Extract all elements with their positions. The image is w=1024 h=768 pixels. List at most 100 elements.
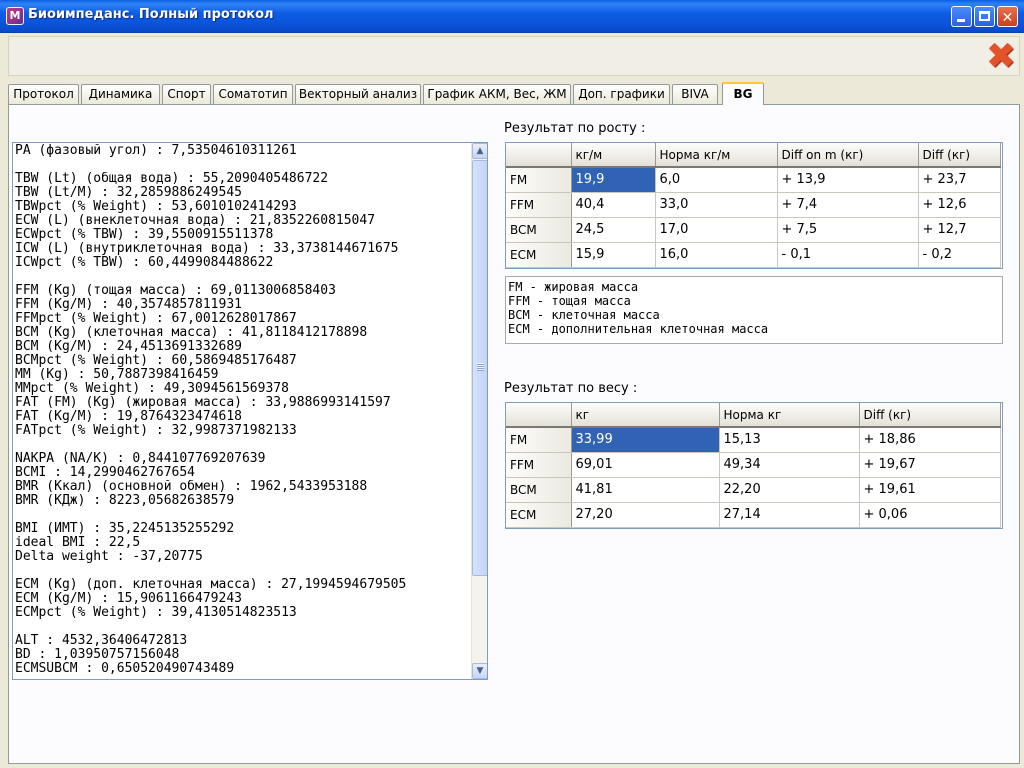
table-cell[interactable]: + 12,7 <box>918 217 1001 243</box>
table-cell[interactable]: 15,13 <box>719 427 860 453</box>
arrow-down-icon: ▼ <box>476 666 484 676</box>
table-header-row: кг/м Норма кг/м Diff on m (кг) Diff (кг) <box>506 143 1001 168</box>
close-window-button[interactable]: ✕ <box>997 6 1018 27</box>
row-header-cell[interactable]: ECM <box>506 502 572 528</box>
column-header[interactable]: Diff on m (кг) <box>777 143 919 168</box>
table-cell[interactable]: 16,0 <box>655 242 778 268</box>
protocol-line: ECMSUBCM : 0,650520490743489 <box>15 662 235 676</box>
table-row[interactable]: FM 19,9 6,0 + 13,9 + 23,7 <box>506 167 1001 193</box>
table-cell[interactable]: 15,9 <box>571 242 656 268</box>
protocol-line <box>15 564 471 578</box>
scroll-up-button[interactable]: ▲ <box>472 143 487 159</box>
vertical-scrollbar[interactable]: ▲ ▼ <box>471 143 487 679</box>
app-logo-icon[interactable]: М <box>6 7 24 25</box>
row-header-cell[interactable]: FM <box>506 427 572 453</box>
table-cell[interactable]: + 0,06 <box>859 502 1001 528</box>
column-header[interactable]: кг/м <box>571 143 656 168</box>
table-cell[interactable]: + 7,5 <box>777 217 919 243</box>
table-cell[interactable]: 33,99 <box>571 427 720 453</box>
table-cell[interactable]: + 12,6 <box>918 192 1001 218</box>
table-row[interactable]: ECM 27,20 27,14 + 0,06 <box>506 502 1001 528</box>
minimize-icon <box>957 19 965 22</box>
table-row[interactable]: FFM 69,01 49,34 + 19,67 <box>506 452 1001 478</box>
table-cell[interactable]: + 19,67 <box>859 452 1001 478</box>
protocol-text-area[interactable]: PA (фазовый угол) : 7,53504610311261 TBW … <box>12 142 488 680</box>
tab-7[interactable]: BIVA <box>672 84 718 104</box>
column-header[interactable] <box>506 143 572 168</box>
table-cell[interactable]: 6,0 <box>655 167 778 193</box>
protocol-line: ECM (Kg) (доп. клеточная масса) : 27,199… <box>15 578 407 592</box>
tab-3[interactable]: Соматотип <box>213 84 293 104</box>
column-header[interactable]: Diff (кг) <box>859 403 1001 428</box>
table-row[interactable]: FM 33,99 15,13 + 18,86 <box>506 427 1001 453</box>
tab-8[interactable]: BG <box>722 82 764 105</box>
protocol-line: FFM (Kg) (тощая масса) : 69,011300685840… <box>15 284 336 298</box>
table-cell[interactable]: 49,34 <box>719 452 860 478</box>
minimize-button[interactable] <box>951 6 972 27</box>
column-header[interactable]: Норма кг <box>719 403 860 428</box>
row-header-cell[interactable]: FM <box>506 167 572 193</box>
protocol-line <box>15 508 471 522</box>
row-header-cell[interactable]: BCM <box>506 217 572 243</box>
table-cell[interactable]: 27,20 <box>571 502 720 528</box>
tab-5[interactable]: График АКМ, Вес, ЖМ <box>423 84 571 104</box>
table-cell[interactable]: 19,9 <box>571 167 656 193</box>
protocol-line: ideal BMI : 22,5 <box>15 536 141 550</box>
protocol-line: ALT : 4532,36406472813 <box>15 634 188 648</box>
table-cell[interactable]: + 23,7 <box>918 167 1001 193</box>
table-cell[interactable]: 27,14 <box>719 502 860 528</box>
protocol-line: FAT (Kg/M) : 19,8764323474618 <box>15 410 242 424</box>
tab-4[interactable]: Векторный анализ <box>295 84 421 104</box>
weight-results-table: кг Норма кг Diff (кг) FM 33,99 15,13 + 18,86 FF… <box>506 403 1001 528</box>
protocol-line <box>15 438 471 452</box>
table-cell[interactable]: - 0,1 <box>777 242 919 268</box>
protocol-line: TBWpct (% Weight) : 53,6010102414293 <box>15 200 297 214</box>
weight-results-title: Результат по весу : <box>504 381 638 396</box>
row-header-cell[interactable]: FFM <box>506 452 572 478</box>
scroll-down-button[interactable]: ▼ <box>472 663 487 679</box>
table-cell[interactable]: - 0,2 <box>918 242 1001 268</box>
table-cell[interactable]: + 18,86 <box>859 427 1001 453</box>
column-header[interactable]: Норма кг/м <box>655 143 778 168</box>
exit-button[interactable]: ✖ <box>983 39 1019 75</box>
title-bar[interactable]: М Биоимпеданс. Полный протокол ✕ <box>0 0 1024 33</box>
tab-1[interactable]: Динамика <box>81 84 160 104</box>
maximize-button[interactable] <box>974 6 995 27</box>
tab-2[interactable]: Спорт <box>162 84 211 104</box>
column-header[interactable]: Diff (кг) <box>918 143 1001 168</box>
table-row[interactable]: BCM 24,5 17,0 + 7,5 + 12,7 <box>506 217 1001 243</box>
table-cell[interactable]: 17,0 <box>655 217 778 243</box>
table-cell[interactable]: 22,20 <box>719 477 860 503</box>
row-header-cell[interactable]: BCM <box>506 477 572 503</box>
tab-0[interactable]: Протокол <box>8 84 79 104</box>
protocol-line: BCM (Kg/M) : 24,4513691332689 <box>15 340 242 354</box>
height-results-title: Результат по росту : <box>504 121 646 136</box>
table-row[interactable]: FFM 40,4 33,0 + 7,4 + 12,6 <box>506 192 1001 218</box>
table-row[interactable]: BCM 41,81 22,20 + 19,61 <box>506 477 1001 503</box>
table-cell[interactable]: + 19,61 <box>859 477 1001 503</box>
row-header-cell[interactable]: ECM <box>506 242 572 268</box>
table-cell[interactable]: 24,5 <box>571 217 656 243</box>
protocol-line: BMR (Ккал) (основной обмен) : 1962,54339… <box>15 480 368 494</box>
table-header-row: кг Норма кг Diff (кг) <box>506 403 1001 428</box>
tab-6[interactable]: Доп. графики <box>573 84 670 104</box>
maximize-icon <box>979 11 990 21</box>
column-header[interactable] <box>506 403 572 428</box>
protocol-line: FATpct (% Weight) : 32,9987371982133 <box>15 424 297 438</box>
protocol-line: FFMpct (% Weight) : 67,0012628017867 <box>15 312 297 326</box>
table-cell[interactable]: 40,4 <box>571 192 656 218</box>
table-cell[interactable]: + 13,9 <box>777 167 919 193</box>
close-icon: ✕ <box>1001 10 1014 26</box>
scroll-thumb[interactable] <box>472 160 487 576</box>
table-row[interactable]: ECM 15,9 16,0- 0,1- 0,2 <box>506 242 1001 268</box>
column-header[interactable]: кг <box>571 403 720 428</box>
protocol-line: BD : 1,03950757156048 <box>15 648 180 662</box>
table-cell[interactable]: + 7,4 <box>777 192 919 218</box>
protocol-line: MM (Kg) : 50,7887398416459 <box>15 368 219 382</box>
weight-results-grid[interactable]: кг Норма кг Diff (кг) FM 33,99 15,13 + 18,86 FF… <box>505 402 1003 529</box>
row-header-cell[interactable]: FFM <box>506 192 572 218</box>
table-cell[interactable]: 41,81 <box>571 477 720 503</box>
height-results-grid[interactable]: кг/м Норма кг/м Diff on m (кг) Diff (кг) FM 1… <box>505 142 1003 269</box>
table-cell[interactable]: 33,0 <box>655 192 778 218</box>
table-cell[interactable]: 69,01 <box>571 452 720 478</box>
